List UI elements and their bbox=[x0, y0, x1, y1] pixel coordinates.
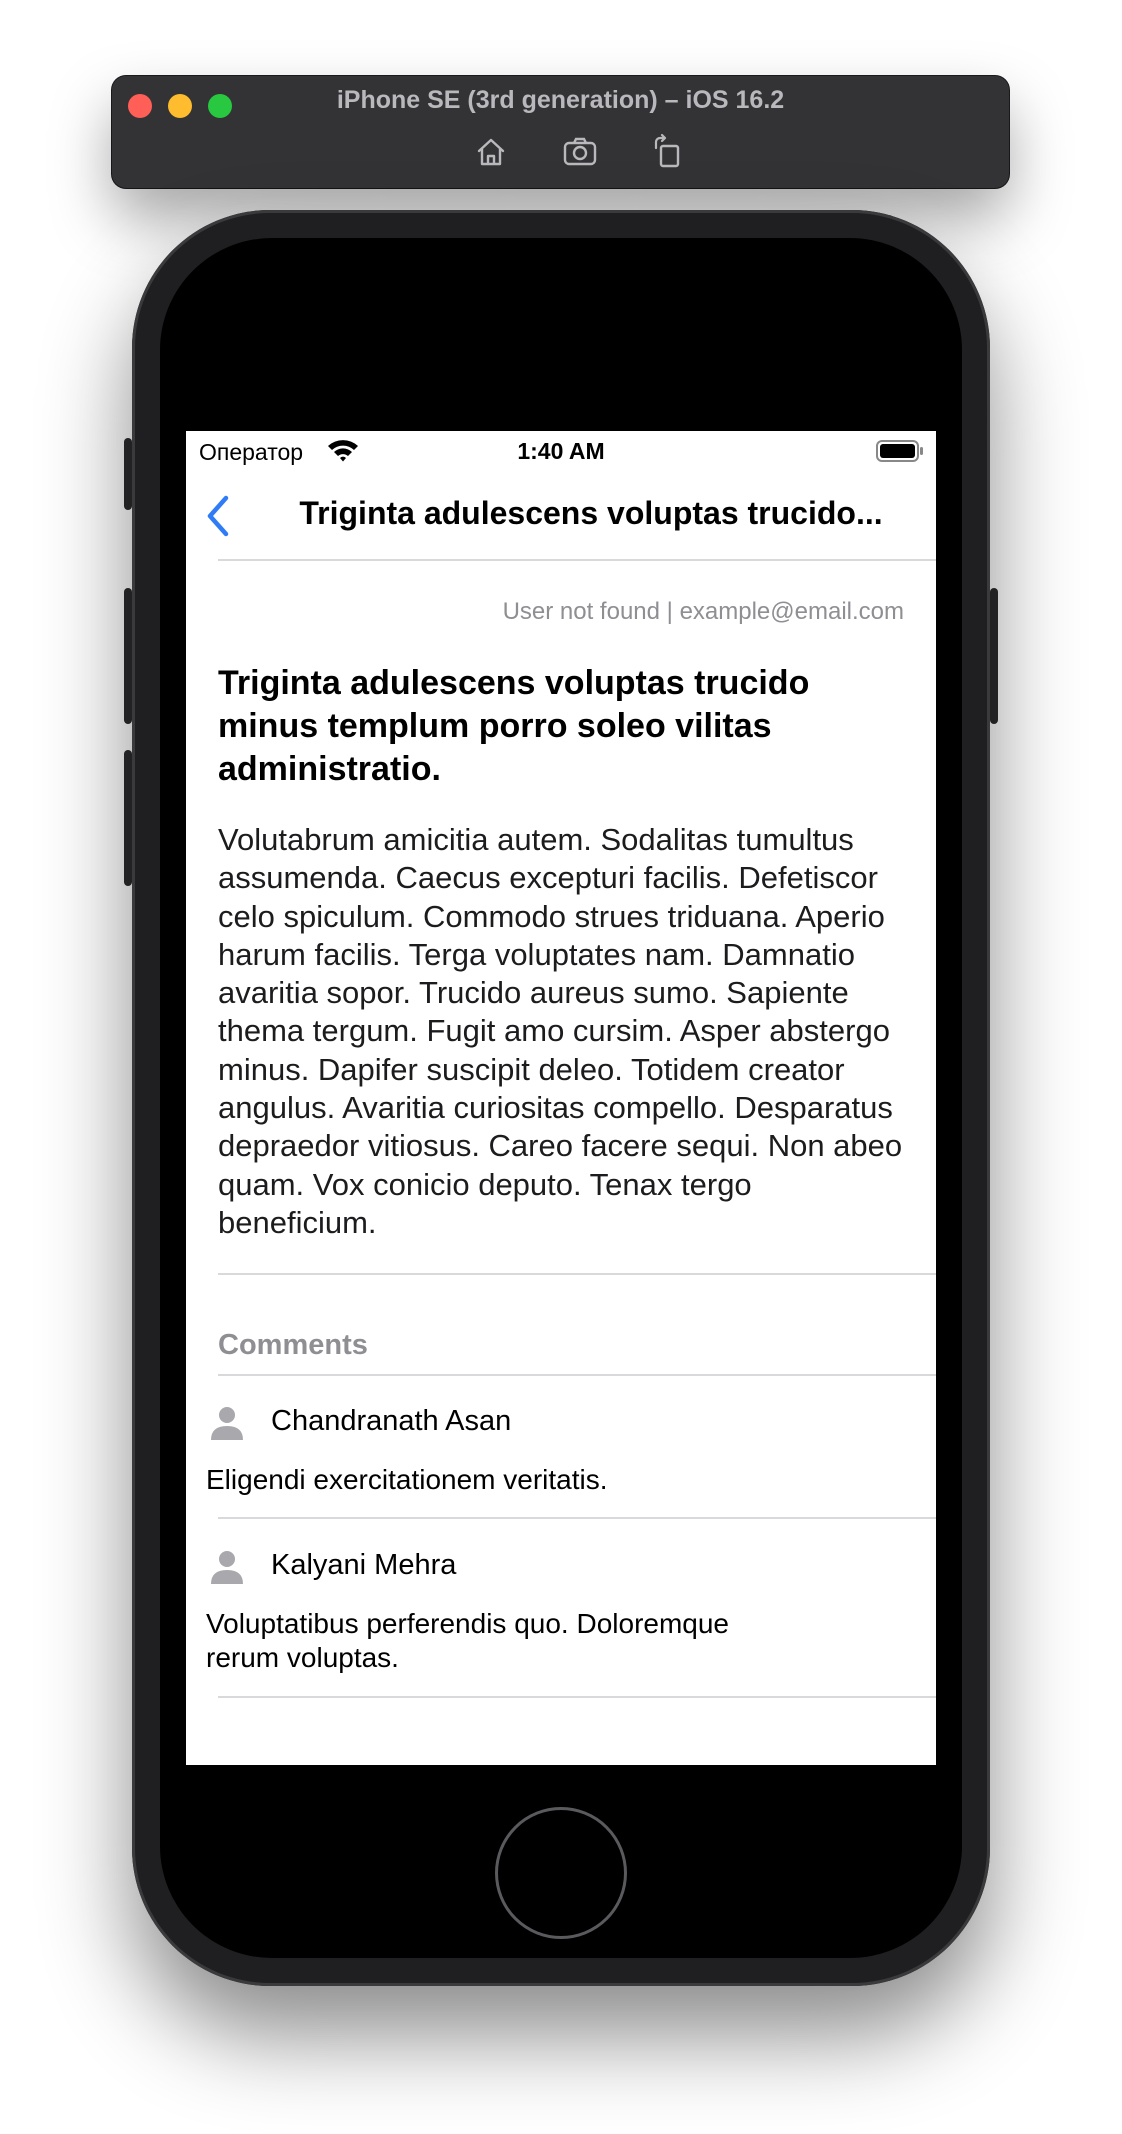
comment-author: Kalyani Mehra bbox=[271, 1549, 457, 1581]
comment-divider bbox=[218, 1517, 936, 1519]
power-button bbox=[990, 588, 998, 724]
post-meta: User not found | example@email.com bbox=[502, 598, 904, 625]
navigation-bar: Triginta adulescens voluptas trucido... bbox=[186, 471, 936, 561]
comments-header: Comments bbox=[218, 1329, 368, 1361]
battery-icon bbox=[876, 440, 923, 462]
post-title: Triginta adulescens voluptas trucido min… bbox=[218, 664, 810, 788]
back-chevron-icon[interactable] bbox=[200, 493, 240, 539]
person-icon bbox=[211, 1551, 243, 1584]
comment-text: Eligendi exercitationem veritatis. bbox=[206, 1464, 608, 1495]
person-icon bbox=[211, 1407, 243, 1440]
post-divider bbox=[218, 1273, 936, 1275]
comment-text: Voluptatibus perferendis quo. Doloremque… bbox=[206, 1608, 730, 1673]
simulator-stage: iPhone SE (3rd generation) – iOS 16.2 Оп… bbox=[0, 0, 1122, 2134]
simulator-title: iPhone SE (3rd generation) – iOS 16.2 bbox=[336, 86, 785, 114]
volume-down-button bbox=[124, 750, 132, 886]
comment-item[interactable]: Chandranath Asan Eligendi exercitationem… bbox=[186, 1404, 936, 1534]
simulator-title-bar: iPhone SE (3rd generation) – iOS 16.2 bbox=[112, 76, 1009, 188]
nav-title: Triginta adulescens voluptas trucido... bbox=[299, 495, 883, 531]
home-icon[interactable] bbox=[471, 132, 511, 172]
mute-switch bbox=[124, 438, 132, 510]
status-bar: Оператор 1:40 AM bbox=[186, 431, 936, 471]
comment-item[interactable]: Kalyani Mehra Voluptatibus perferendis q… bbox=[186, 1548, 936, 1708]
comments-header-divider bbox=[218, 1374, 936, 1376]
screenshot-icon[interactable] bbox=[560, 132, 600, 172]
volume-up-button bbox=[124, 588, 132, 724]
comment-divider bbox=[218, 1696, 936, 1698]
status-time: 1:40 AM bbox=[517, 438, 605, 464]
home-button[interactable] bbox=[495, 1807, 627, 1939]
nav-divider bbox=[218, 559, 936, 561]
rotate-icon[interactable] bbox=[648, 132, 688, 172]
comment-author: Chandranath Asan bbox=[271, 1405, 512, 1437]
device-screen: Оператор 1:40 AM Triginta adulescens vol… bbox=[186, 431, 936, 1765]
post-body: Volutabrum amicitia autem. Sodalitas tum… bbox=[218, 822, 903, 1240]
